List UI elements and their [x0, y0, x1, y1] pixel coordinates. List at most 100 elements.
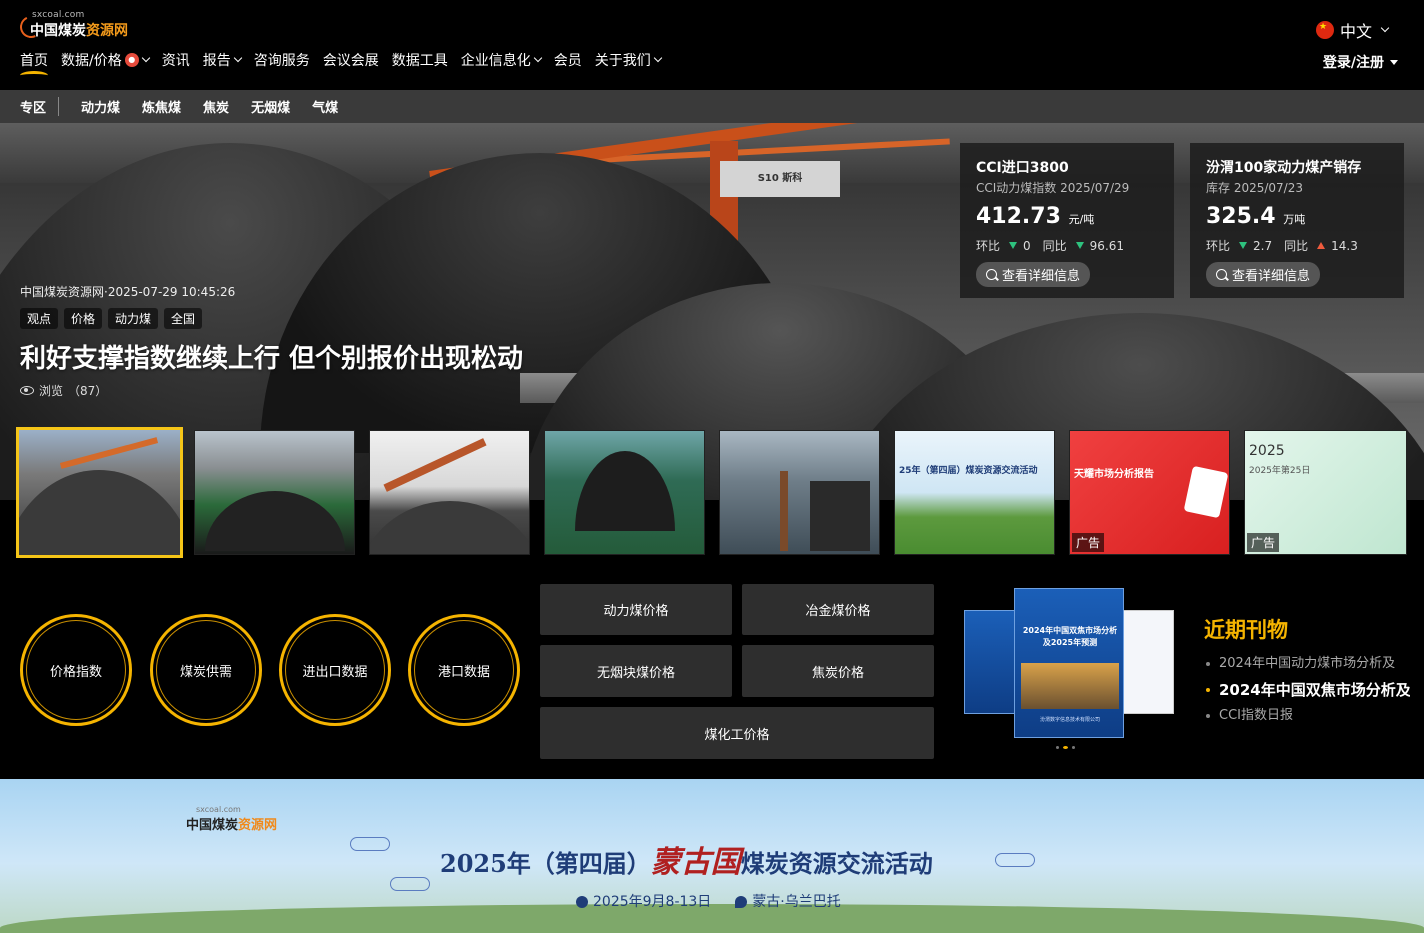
thumbnail-6-text: 25年（第四届）煤炭资源交流活动	[899, 466, 1038, 476]
index-card-fenwei-inventory: 汾渭100家动力煤产销存 库存 2025/07/23 325.4 万吨 环比 2.…	[1190, 143, 1404, 298]
card-change: 环比 0 同比 96.61	[976, 238, 1125, 254]
up-arrow-icon	[1317, 242, 1326, 249]
carousel-dot[interactable]	[1056, 746, 1059, 749]
thumbnail-3[interactable]	[369, 430, 530, 555]
thumbnail-1[interactable]	[16, 427, 183, 558]
site-logo[interactable]: sxcoal.com 中国煤炭资源网	[16, 10, 130, 42]
language-label: 中文	[1339, 22, 1372, 41]
main-nav: 首页 数据/价格 ● 资讯 报告 咨询服务 会议会展 数据工具 企业信息化 会员 …	[20, 50, 674, 74]
carousel-dot-active[interactable]	[1063, 746, 1068, 749]
nav-item-conferences[interactable]: 会议会展	[323, 50, 392, 70]
card-title: CCI进口3800	[976, 160, 1069, 176]
card-title: 汾渭100家动力煤产销存	[1206, 160, 1362, 176]
publication-cover-front[interactable]: 2024年中国双焦市场分析及2025年预测 汾渭数字信息技术有限公司	[1014, 588, 1124, 738]
coke-price-button[interactable]: 焦炭价格	[742, 645, 934, 697]
nav-item-enterprise[interactable]: 企业信息化	[461, 50, 554, 70]
card-change: 环比 2.7 同比 14.3	[1206, 238, 1358, 254]
carousel-dot[interactable]	[1072, 746, 1075, 749]
thermal-coal-price-button[interactable]: 动力煤价格	[540, 584, 732, 635]
chevron-down-icon	[233, 53, 242, 63]
card-value: 412.73 元/吨	[976, 204, 1095, 229]
cloud-ornament-icon	[350, 837, 390, 851]
nav-item-about[interactable]: 关于我们	[595, 50, 674, 70]
eye-icon	[20, 386, 34, 395]
search-icon	[986, 269, 997, 280]
publication-cover-back-right[interactable]	[1120, 610, 1174, 714]
card-value: 325.4 万吨	[1206, 204, 1306, 229]
crane-sign: S10 斯科	[720, 161, 840, 197]
event-info: 2025年9月8-13日 蒙古·乌兰巴托	[576, 891, 841, 911]
chevron-down-icon	[141, 53, 150, 63]
language-switcher[interactable]: 中文	[1315, 18, 1390, 42]
nav-item-consulting[interactable]: 咨询服务	[254, 50, 323, 70]
metallurgical-coal-price-button[interactable]: 冶金煤价格	[742, 584, 934, 635]
event-title: 2025年（第四届）蒙古国煤炭资源交流活动	[440, 845, 933, 880]
tag-price[interactable]: 价格	[64, 308, 103, 329]
thumbnail-6[interactable]: 25年（第四届）煤炭资源交流活动	[894, 430, 1055, 555]
nav-item-home[interactable]: 首页	[20, 50, 61, 74]
shortcut-supply-demand[interactable]: 煤炭供需	[150, 614, 262, 726]
clock-icon	[576, 896, 588, 908]
carousel-dots	[1056, 746, 1075, 749]
search-icon	[1216, 269, 1227, 280]
nav-item-news[interactable]: 资讯	[162, 50, 203, 70]
tag-thermal-coal[interactable]: 动力煤	[108, 308, 159, 329]
caret-down-icon	[1390, 59, 1398, 65]
ad-label: 广告	[1072, 533, 1105, 552]
publication-cover-title: 2024年中国双焦市场分析及2025年预测	[1022, 626, 1118, 647]
thumbnail-8-text: 2025年第25日	[1249, 466, 1311, 476]
thumbnail-2[interactable]	[194, 430, 355, 555]
card-subtitle: CCI动力煤指数 2025/07/29	[976, 181, 1130, 195]
down-arrow-icon	[1075, 242, 1084, 249]
cloud-ornament-icon	[390, 877, 430, 891]
location-pin-icon	[735, 896, 748, 908]
thumbnail-7-text: 天耀市场分析报告	[1074, 469, 1154, 480]
tag-opinion[interactable]: 观点	[20, 308, 59, 329]
publication-item[interactable]: CCI指数日报	[1206, 703, 1410, 729]
nav-item-reports[interactable]: 报告	[203, 50, 254, 70]
nav-item-membership[interactable]: 会员	[554, 50, 595, 70]
shortcut-port-data[interactable]: 港口数据	[408, 614, 520, 726]
view-details-button[interactable]: 查看详细信息	[1206, 262, 1321, 287]
view-count: 浏览 （87）	[20, 382, 107, 399]
zone-item-coke[interactable]: 焦炭	[203, 97, 229, 116]
zone-item-anthracite[interactable]: 无烟煤	[251, 97, 290, 116]
zone-item-gas-coal[interactable]: 气煤	[312, 97, 338, 116]
zone-subnav: 专区 动力煤 炼焦煤 焦炭 无烟煤 气煤	[0, 90, 1424, 123]
down-arrow-icon	[1009, 242, 1018, 249]
hero-thumbnails: 25年（第四届）煤炭资源交流活动 天耀市场分析报告 广告 2025 2025年第…	[16, 427, 1408, 558]
view-details-button[interactable]: 查看详细信息	[976, 262, 1091, 287]
event-banner[interactable]: sxcoal.com 中国煤炭资源网 2025年（第四届）蒙古国煤炭资源交流活动…	[0, 779, 1424, 933]
article-title[interactable]: 利好支撑指数继续上行 但个别报价出现松动	[20, 338, 523, 375]
event-date: 2025年9月8-13日	[576, 891, 711, 911]
publication-list: 2024年中国动力煤市场分析及 2024年中国双焦市场分析及 CCI指数日报	[1206, 651, 1410, 729]
thumbnail-8-ad[interactable]: 2025 2025年第25日 广告	[1244, 430, 1407, 555]
publication-item[interactable]: 2024年中国动力煤市场分析及	[1206, 651, 1410, 677]
card-subtitle: 库存 2025/07/23	[1206, 181, 1303, 195]
zone-item-thermal-coal[interactable]: 动力煤	[81, 97, 120, 116]
zone-label: 专区	[0, 97, 60, 116]
anthracite-lump-price-button[interactable]: 无烟块煤价格	[540, 645, 732, 697]
publication-cover-back-left[interactable]	[964, 610, 1020, 714]
login-register-button[interactable]: 登录/注册	[1323, 52, 1398, 72]
thumbnail-8-year: 2025	[1249, 443, 1285, 459]
thumbnail-7-ad[interactable]: 天耀市场分析报告 广告	[1069, 430, 1230, 555]
coal-chemical-price-button[interactable]: 煤化工价格	[540, 707, 934, 759]
tag-national[interactable]: 全国	[164, 308, 203, 329]
thumbnail-4[interactable]	[544, 430, 705, 555]
shortcut-price-index[interactable]: 价格指数	[20, 614, 132, 726]
page: sxcoal.com 中国煤炭资源网 中文 首页 数据/价格● 资讯 报告 咨询…	[0, 0, 1424, 933]
data-shortcuts: 价格指数 煤炭供需 进出口数据 港口数据	[20, 614, 530, 729]
recent-publications-title: 近期刊物	[1204, 618, 1288, 642]
article-meta: 中国煤炭资源网·2025-07-29 10:45:26	[20, 285, 236, 299]
article-tags: 观点 价格 动力煤 全国	[20, 308, 203, 329]
nav-item-data-price[interactable]: 数据/价格 ●	[61, 50, 162, 70]
ad-label: 广告	[1247, 533, 1280, 552]
header: sxcoal.com 中国煤炭资源网 中文 首页 数据/价格● 资讯 报告 咨询…	[0, 0, 1424, 90]
china-flag-icon	[1315, 21, 1334, 39]
nav-item-data-tools[interactable]: 数据工具	[392, 50, 461, 70]
thumbnail-5[interactable]	[719, 430, 880, 555]
zone-item-coking-coal[interactable]: 炼焦煤	[142, 97, 181, 116]
publication-item-active[interactable]: 2024年中国双焦市场分析及	[1206, 677, 1410, 703]
shortcut-import-export[interactable]: 进出口数据	[279, 614, 391, 726]
